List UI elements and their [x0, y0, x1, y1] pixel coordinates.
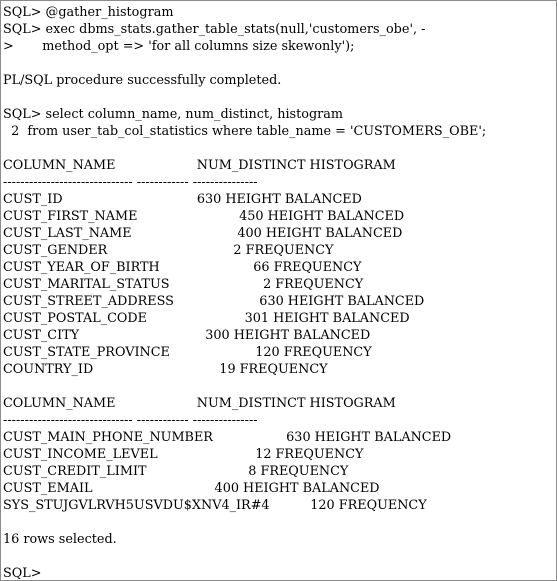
result-row: COUNTRY_ID 19 FREQUENCY [3, 362, 328, 377]
exec-continuation-line: > method_opt => 'for all columns size sk… [3, 39, 355, 54]
rows-selected-message: 16 rows selected. [3, 532, 117, 547]
result-row: CUST_MAIN_PHONE_NUMBER 630 HEIGHT BALANC… [3, 430, 452, 445]
procedure-completed-message: PL/SQL procedure successfully completed. [3, 73, 282, 88]
select-query-line-2: 2 from user_tab_col_statistics where tab… [3, 124, 487, 139]
result-header-separator: ------------------------------ ---------… [3, 175, 258, 190]
result-row: CUST_YEAR_OF_BIRTH 66 FREQUENCY [3, 260, 362, 275]
result-row: SYS_STUJGVLRVH5USVDU$XNV4_IR#4 120 FREQU… [3, 498, 427, 513]
result-header-row: COLUMN_NAME NUM_DISTINCT HISTOGRAM [3, 396, 396, 411]
result-row: CUST_ID 630 HEIGHT BALANCED [3, 192, 362, 207]
result-row: CUST_EMAIL 400 HEIGHT BALANCED [3, 481, 380, 496]
result-row: CUST_CITY 300 HEIGHT BALANCED [3, 328, 371, 343]
result-row: CUST_INCOME_LEVEL 12 FREQUENCY [3, 447, 364, 462]
result-row: CUST_CREDIT_LIMIT 8 FREQUENCY [3, 464, 349, 479]
result-row: CUST_STATE_PROVINCE 120 FREQUENCY [3, 345, 372, 360]
select-query-line: SQL> select column_name, num_distinct, h… [3, 107, 344, 122]
result-row: CUST_FIRST_NAME 450 HEIGHT BALANCED [3, 209, 405, 224]
sqlplus-terminal[interactable]: SQL> @gather_histogram SQL> exec dbms_st… [0, 0, 557, 581]
result-row: CUST_POSTAL_CODE 301 HEIGHT BALANCED [3, 311, 410, 326]
exec-command-line: SQL> exec dbms_stats.gather_table_stats(… [3, 22, 426, 37]
result-row: CUST_STREET_ADDRESS 630 HEIGHT BALANCED [3, 294, 425, 309]
result-header-row: COLUMN_NAME NUM_DISTINCT HISTOGRAM [3, 158, 396, 173]
sql-prompt[interactable]: SQL> [3, 565, 556, 580]
prompt-line-gather-histogram: SQL> @gather_histogram [3, 5, 174, 20]
result-header-separator: ------------------------------ ---------… [3, 413, 258, 428]
result-row: CUST_LAST_NAME 400 HEIGHT BALANCED [3, 226, 403, 241]
result-row: CUST_MARITAL_STATUS 2 FREQUENCY [3, 277, 364, 292]
result-row: CUST_GENDER 2 FREQUENCY [3, 243, 334, 258]
